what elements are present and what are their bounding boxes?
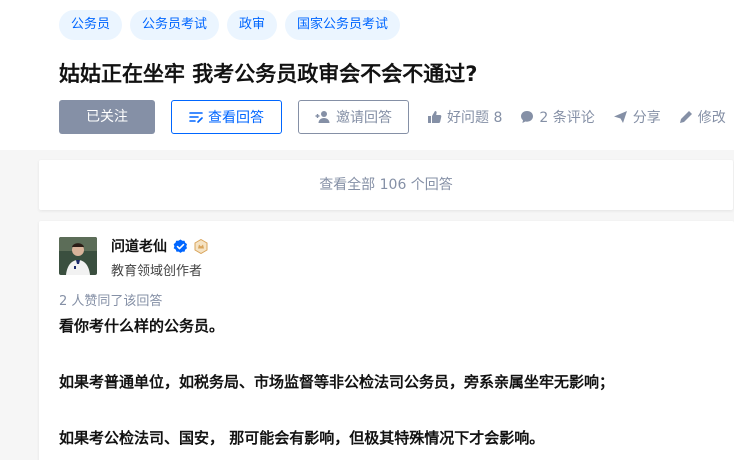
topic-tag[interactable]: 公务员考试 — [130, 10, 220, 40]
author-name-text: 问道老仙 — [111, 239, 167, 255]
question-header: 公务员 公务员考试 政审 国家公务员考试 姑姑正在坐牢 我考公务员政审会不会不通… — [0, 0, 734, 150]
invite-answer-label: 邀请回答 — [336, 110, 392, 126]
topic-tag[interactable]: 政审 — [227, 10, 278, 40]
comments-label: 2 条评论 — [539, 110, 595, 126]
edit-button[interactable]: 修改 — [679, 107, 726, 127]
verified-badge-icon — [173, 239, 187, 253]
answer-paragraph: 看你考什么样的公务员。 — [59, 317, 225, 335]
comments-button[interactable]: 2 条评论 — [520, 107, 595, 127]
question-actions: 已关注 查看回答 邀请回答 好问题 8 2 条评论 分享 修改 — [59, 100, 726, 134]
answer-card: 问道老仙 教育领域创作者 2 人赞同了该回答 看你考什么样的公务员。 如果考普通… — [39, 221, 734, 460]
invite-person-icon — [315, 111, 330, 123]
view-answers-label: 查看回答 — [208, 110, 264, 126]
edit-label: 修改 — [697, 110, 726, 126]
view-all-answers-link[interactable]: 查看全部 106 个回答 — [39, 160, 733, 210]
share-plane-icon — [613, 111, 627, 123]
share-label: 分享 — [632, 110, 661, 126]
answer-paragraph: 如果考公检法司、国安， 那可能会有影响，但极其特殊情况下才会影响。 — [59, 429, 545, 447]
view-answers-button[interactable]: 查看回答 — [171, 100, 282, 134]
topic-tags: 公务员 公务员考试 政审 国家公务员考试 — [59, 10, 401, 40]
author-description: 教育领域创作者 — [111, 264, 203, 279]
pencil-icon — [679, 111, 692, 123]
edit-list-icon — [189, 112, 203, 123]
share-button[interactable]: 分享 — [613, 107, 661, 127]
view-all-answers-label: 查看全部 106 个回答 — [319, 177, 453, 193]
good-question-button[interactable]: 好问题 8 — [427, 107, 502, 127]
thumbs-up-icon — [428, 111, 442, 123]
good-question-label: 好问题 8 — [447, 110, 503, 126]
topic-tag[interactable]: 国家公务员考试 — [285, 10, 401, 40]
follow-button[interactable]: 已关注 — [59, 100, 155, 134]
creator-level-badge-icon — [194, 238, 208, 254]
topic-tag[interactable]: 公务员 — [59, 10, 123, 40]
upvote-info: 2 人赞同了该回答 — [59, 294, 163, 309]
invite-answer-button[interactable]: 邀请回答 — [298, 100, 409, 134]
answer-paragraph: 如果考普通单位，如税务局、市场监督等非公检法司公务员，旁系亲属坐牢无影响； — [59, 373, 615, 391]
comment-bubble-icon — [521, 111, 534, 123]
avatar[interactable] — [59, 237, 97, 275]
question-title: 姑姑正在坐牢 我考公务员政审会不会不通过? — [59, 62, 478, 86]
author-name[interactable]: 问道老仙 — [111, 236, 208, 256]
